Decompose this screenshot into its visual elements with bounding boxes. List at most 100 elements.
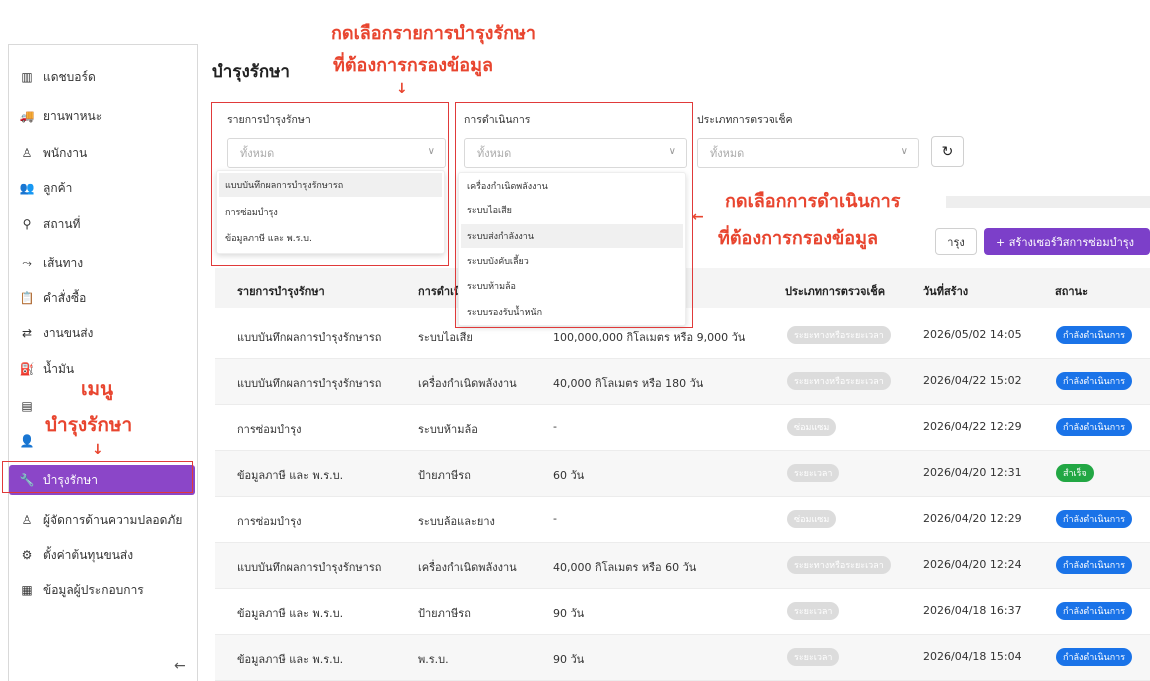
table-row[interactable]: ข้อมูลภาษี และ พ.ร.บ. ป้ายภาษีรถ 90 วัน 202… [215, 589, 1150, 635]
sidebar-item-label: ตั้งค่าต้นทุนขนส่ง [43, 547, 134, 562]
status-badge: กำลังดำเนินการ [1056, 326, 1133, 344]
page-title: บำรุงรักษา [212, 62, 290, 82]
column-header-status: สถานะ [1055, 285, 1088, 298]
select-placeholder: ทั้งหมด [710, 147, 745, 160]
cell-item: ข้อมูลภาษี และ พ.ร.บ. [237, 653, 344, 666]
inspection-type-badge: ซ่อมแซม [787, 510, 837, 528]
sidebar-item-locations[interactable]: ⚲ สถานที่ [9, 209, 197, 239]
secondary-button[interactable]: ารุง [935, 228, 977, 255]
cell-interval: 90 วัน [553, 607, 585, 620]
truck-icon: 🚚 [19, 109, 35, 123]
column-header-created: วันที่สร้าง [923, 285, 969, 298]
inspection-type-badge: ระยะทางหรือระยะเวลา [787, 556, 891, 574]
sidebar-item-transport[interactable]: ⇄ งานขนส่ง [9, 318, 197, 348]
sidebar-item-label: น้ำมัน [43, 361, 75, 376]
chevron-down-icon: ∨ [900, 146, 908, 157]
cell-created: 2026/04/22 15:02 [923, 374, 1022, 387]
status-badge: กำลังดำเนินการ [1056, 510, 1133, 528]
sidebar-item-customers[interactable]: 👥 ลูกค้า [9, 173, 197, 203]
sidebar-item-orders[interactable]: 📋 คำสั่งซื้อ [9, 283, 197, 313]
inspection-type-badge: ระยะเวลา [787, 602, 840, 620]
cell-item: การซ่อมบำรุง [237, 423, 302, 436]
cell-interval: - [553, 512, 557, 525]
sidebar-item-safety-manager[interactable]: ♙ ผู้จัดการด้านความปลอดภัย [9, 505, 197, 535]
sidebar-item-label: เส้นทาง [43, 255, 84, 270]
inspection-type-badge: ระยะทางหรือระยะเวลา [787, 326, 891, 344]
cell-interval: 40,000 กิโลเมตร หรือ 60 วัน [553, 561, 697, 574]
cell-operation: ระบบล้อและยาง [418, 515, 495, 528]
collapse-arrow-icon[interactable]: ← [174, 658, 186, 674]
status-badge: สำเร็จ [1056, 464, 1094, 482]
cell-operation: ระบบห้ามล้อ [418, 423, 478, 436]
cell-created: 2026/04/20 12:24 [923, 558, 1022, 571]
sidebar-item-label: ยานพาหนะ [43, 108, 103, 123]
highlight-box-operation-filter [455, 102, 693, 328]
safety-user-icon: ♙ [21, 513, 33, 527]
sidebar-item-label: แดชบอร์ด [43, 69, 96, 84]
cell-created: 2026/04/18 15:04 [923, 650, 1022, 663]
annotation-top-line1: กดเลือกรายการบำรุงรักษา [328, 18, 540, 47]
sidebar-item-vehicles[interactable]: 🚚 ยานพาหนะ [9, 101, 197, 131]
cell-operation: ป้ายภาษีรถ [418, 607, 471, 620]
inspection-type-badge: ระยะเวลา [787, 648, 840, 666]
cell-operation: พ.ร.บ. [418, 653, 449, 666]
create-service-button[interactable]: + สร้างเซอร์วิสการซ่อมบำรุง [984, 228, 1150, 255]
column-header-inspection-type: ประเภทการตรวจเช็ค [785, 285, 886, 298]
building-icon: ▦ [21, 583, 33, 597]
table-row[interactable]: ข้อมูลภาษี และ พ.ร.บ. พ.ร.บ. 90 วัน 2026/04… [215, 635, 1150, 681]
transport-icon: ⇄ [21, 326, 33, 340]
annotation-right-line1: กดเลือกการดำเนินการ [722, 186, 904, 215]
column-header-item: รายการบำรุงรักษา [237, 285, 325, 298]
sidebar-item-label: ข้อมูลผู้ประกอบการ [43, 582, 144, 597]
arrow-left-icon: ← [692, 209, 704, 225]
cell-created: 2026/04/22 12:29 [923, 420, 1022, 433]
cell-operation: ระบบไอเสีย [418, 331, 473, 344]
arrow-down-icon: ↓ [396, 81, 408, 97]
refresh-icon: ↻ [941, 143, 954, 160]
sidebar-item-label: สถานที่ [43, 216, 81, 231]
table-row[interactable]: แบบบันทึกผลการบำรุงรักษารถ เครื่องกำเนิดพ… [215, 359, 1150, 405]
cell-item: แบบบันทึกผลการบำรุงรักษารถ [237, 377, 382, 390]
cell-interval: 100,000,000 กิโลเมตร หรือ 9,000 วัน [553, 331, 746, 344]
clipboard-icon: 📋 [19, 291, 35, 305]
table-row[interactable]: การซ่อมบำรุง ระบบห้ามล้อ - 2026/04/22 12:29… [215, 405, 1150, 451]
sidebar-item-label: พนักงาน [43, 145, 88, 160]
cell-created: 2026/05/02 14:05 [923, 328, 1022, 341]
refresh-button[interactable]: ↻ [931, 136, 964, 167]
cell-interval: 90 วัน [553, 653, 585, 666]
sidebar-item-employees[interactable]: ♙ พนักงาน [9, 138, 197, 168]
inspection-type-select[interactable]: ทั้งหมด ∨ [697, 138, 919, 168]
fuel-icon: ⛽ [19, 362, 35, 376]
sidebar-item-label: คำสั่งซื้อ [43, 290, 87, 305]
highlight-box-maintenance-menu [2, 461, 193, 493]
sidebar-item-label: งานขนส่ง [43, 325, 94, 340]
cell-interval: 60 วัน [553, 469, 585, 482]
inspection-type-badge: ระยะเวลา [787, 464, 840, 482]
cell-item: ข้อมูลภาษี และ พ.ร.บ. [237, 469, 344, 482]
cell-item: แบบบันทึกผลการบำรุงรักษารถ [237, 331, 382, 344]
status-badge: กำลังดำเนินการ [1056, 602, 1133, 620]
inspection-type-badge: ซ่อมแซม [787, 418, 837, 436]
inspection-type-badge: ระยะทางหรือระยะเวลา [787, 372, 891, 390]
sidebar: ▥ แดชบอร์ด 🚚 ยานพาหนะ ♙ พนักงาน 👥 ลูกค้า… [8, 44, 198, 681]
status-badge: กำลังดำเนินการ [1056, 648, 1133, 666]
status-badge: กำลังดำเนินการ [1056, 418, 1133, 436]
arrow-down-icon: ↓ [92, 442, 104, 458]
highlight-box-maintenance-filter [211, 102, 449, 266]
cell-operation: เครื่องกำเนิดพลังงาน [418, 377, 517, 390]
annotation-menu-line2: บำรุงรักษา [42, 410, 136, 440]
sidebar-item-label: ผู้จัดการด้านความปลอดภัย [43, 512, 183, 527]
cell-created: 2026/04/20 12:29 [923, 512, 1022, 525]
cell-operation: เครื่องกำเนิดพลังงาน [418, 561, 517, 574]
sidebar-item-dashboard[interactable]: ▥ แดชบอร์ด [9, 62, 197, 92]
user-icon: ♙ [21, 146, 33, 160]
cell-operation: ป้ายภาษีรถ [418, 469, 471, 482]
table-row[interactable]: แบบบันทึกผลการบำรุงรักษารถ เครื่องกำเนิดพ… [215, 543, 1150, 589]
sidebar-item-transport-cost[interactable]: ⚙ ตั้งค่าต้นทุนขนส่ง [9, 540, 197, 570]
table-row[interactable]: การซ่อมบำรุง ระบบล้อและยาง - 2026/04/20 12:… [215, 497, 1150, 543]
sidebar-item-operator-info[interactable]: ▦ ข้อมูลผู้ประกอบการ [9, 575, 197, 605]
annotation-right-line2: ที่ต้องการกรองข้อมูล [715, 223, 882, 252]
sidebar-item-routes[interactable]: ⤳ เส้นทาง [9, 248, 197, 278]
cell-item: ข้อมูลภาษี และ พ.ร.บ. [237, 607, 344, 620]
table-row[interactable]: ข้อมูลภาษี และ พ.ร.บ. ป้ายภาษีรถ 60 วัน 202… [215, 451, 1150, 497]
